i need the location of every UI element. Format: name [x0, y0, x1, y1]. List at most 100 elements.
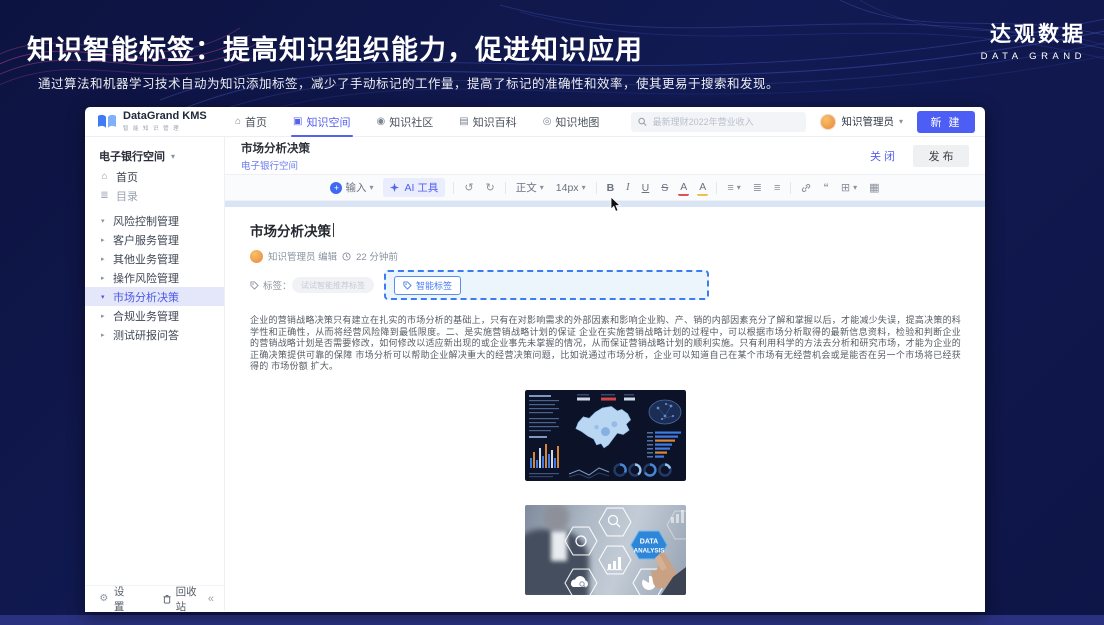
input-mode-button[interactable]: + 输入 ▾ [328, 178, 375, 197]
sidebar-footer: ⚙ 设置 回收站 « [85, 585, 224, 611]
space-name: 电子银行空间 [99, 148, 165, 164]
nav-item[interactable]: ⌂ 首页 [235, 107, 267, 137]
nav-item[interactable]: ▣ 知识空间 [293, 107, 350, 137]
redo-button[interactable]: ↻ [484, 179, 497, 196]
mouse-cursor [610, 197, 622, 213]
align-button[interactable]: ≡ ▾ [725, 180, 742, 196]
nav-item-icon: ⌂ [235, 116, 241, 127]
breadcrumb-doc-title: 市场分析决策 [241, 140, 310, 156]
ordered-list-button[interactable]: ≣ [751, 179, 764, 196]
footer-band [0, 615, 1104, 625]
tree-item-label: 操作风险管理 [113, 270, 179, 286]
tag-icon [403, 281, 412, 290]
text-cursor [333, 223, 334, 237]
ai-tools-label: AI 工具 [404, 180, 438, 195]
user-menu[interactable]: 知识管理员 ▾ [820, 114, 903, 130]
paragraph-style-label: 正文 [516, 180, 537, 195]
sidebar-tree-item[interactable]: ▸ 合规业务管理 [85, 306, 224, 325]
sidebar-tree-item[interactable]: ▸ 测试研报问答 [85, 325, 224, 344]
search-input[interactable] [653, 117, 800, 127]
strikethrough-button[interactable]: S [659, 180, 670, 196]
pointing-hand [651, 552, 686, 595]
nav-item-icon: ◎ [543, 116, 552, 127]
sparkle-icon [390, 183, 399, 192]
new-doc-button[interactable]: 新 建 [917, 111, 975, 133]
collapse-sidebar-icon[interactable]: « [208, 593, 214, 605]
app-logo[interactable]: DataGrand KMS 智 能 知 识 管 理 [97, 111, 225, 132]
cloud-search-icon [571, 576, 588, 587]
kms-app-window: DataGrand KMS 智 能 知 识 管 理 ⌂ 首页 ▣ 知识空间 [85, 107, 985, 612]
catalog-icon: ≣ [99, 190, 110, 201]
brand-name-en: DATA GRAND [981, 51, 1086, 62]
chevron-down-icon: ▾ [540, 183, 544, 192]
settings-button[interactable]: ⚙ 设置 [99, 584, 133, 614]
tree-item-label: 其他业务管理 [113, 251, 179, 267]
nav-item[interactable]: ◉ 知识社区 [377, 107, 434, 137]
tree-item-label: 合规业务管理 [113, 308, 179, 324]
sidebar-tree-item[interactable]: ▾ 市场分析决策 [85, 287, 224, 306]
sidebar-item-catalog[interactable]: ≣ 目录 [85, 186, 224, 205]
toolbar-separator [453, 182, 454, 194]
tag-icon [250, 281, 259, 290]
nav-item[interactable]: ◎ 知识地图 [543, 107, 600, 137]
sidebar-tree-item[interactable]: ▸ 操作风险管理 [85, 268, 224, 287]
settings-label: 设置 [114, 584, 133, 614]
author-avatar [250, 250, 263, 263]
insert-image-button[interactable]: ▦ [867, 179, 881, 196]
link-button[interactable] [799, 181, 813, 195]
italic-button[interactable]: I [624, 180, 632, 195]
trash-button[interactable]: 回收站 [163, 584, 204, 614]
unordered-list-button[interactable]: ≡ [772, 180, 782, 196]
input-mode-label: 输入 [345, 180, 366, 195]
sidebar-catalog-label: 目录 [116, 188, 138, 204]
tag-label-group: 标签： [250, 278, 292, 292]
font-color-button[interactable]: A [678, 180, 689, 196]
data-analysis-image[interactable]: DATA ANALYSIS [525, 505, 686, 595]
chevron-icon: ▸ [101, 312, 113, 320]
home-icon: ⌂ [99, 171, 110, 182]
smart-tag-chip[interactable]: 智能标签 [394, 276, 461, 295]
trash-icon [163, 594, 171, 604]
chevron-icon: ▸ [101, 274, 113, 282]
dashboard-image[interactable] [525, 390, 686, 481]
knowledge-tree: ▾ 风险控制管理 ▸ 客户服务管理 ▸ 其他业务管理 [85, 211, 224, 344]
clock-icon [342, 252, 351, 261]
document-editor[interactable]: 市场分析决策 知识管理员 编辑 22 分钟前 [225, 207, 985, 611]
tree-item-label: 客户服务管理 [113, 232, 179, 248]
sidebar-tree-item[interactable]: ▸ 其他业务管理 [85, 249, 224, 268]
sidebar-tree-item[interactable]: ▸ 客户服务管理 [85, 230, 224, 249]
table-icon: ⊞ [841, 181, 850, 194]
search-box[interactable] [631, 112, 806, 132]
font-size-select[interactable]: 14px ▾ [554, 180, 588, 196]
sidebar-item-home[interactable]: ⌂ 首页 [85, 167, 224, 186]
chevron-down-icon: ▾ [899, 117, 903, 126]
document-title[interactable]: 市场分析决策 [250, 220, 331, 240]
ai-tools-button[interactable]: AI 工具 [383, 178, 445, 197]
sidebar-tree-item[interactable]: ▾ 风险控制管理 [85, 211, 224, 230]
blockquote-button[interactable]: “ [821, 180, 831, 196]
publish-button[interactable]: 发 布 [913, 145, 969, 167]
close-button[interactable]: 关 闭 [870, 148, 895, 164]
input-mode-icon: + [330, 182, 342, 194]
space-switcher[interactable]: 电子银行空间 ▾ [85, 145, 224, 167]
chevron-down-icon: ▾ [369, 183, 373, 192]
nav-item-label: 知识百科 [473, 114, 517, 130]
nav-item-icon: ◉ [377, 116, 386, 127]
magnifier-icon [609, 515, 618, 524]
breadcrumb-space-link[interactable]: 电子银行空间 [241, 158, 310, 172]
document-body-text[interactable]: 企业的营销战略决策只有建立在扎实的市场分析的基础上，只有在对影响需求的外部因素和… [250, 315, 961, 373]
paragraph-style-select[interactable]: 正文 ▾ [514, 178, 546, 197]
tree-item-label: 测试研报问答 [113, 327, 179, 343]
underline-button[interactable]: U [640, 180, 652, 196]
tag-hint-pill[interactable]: 试试智能推荐标签 [292, 277, 374, 293]
undo-button[interactable]: ↺ [462, 179, 475, 196]
hexagon-overlay: DATA ANALYSIS [525, 505, 686, 595]
link-icon [801, 183, 811, 193]
bold-button[interactable]: B [605, 180, 617, 196]
search-icon [638, 117, 647, 127]
highlight-color-button[interactable]: A [697, 180, 708, 196]
nav-item-label: 知识地图 [555, 114, 599, 130]
nav-item[interactable]: ▤ 知识百科 [459, 107, 516, 137]
table-button[interactable]: ⊞ ▾ [839, 179, 859, 196]
chevron-down-icon: ▾ [853, 183, 857, 192]
